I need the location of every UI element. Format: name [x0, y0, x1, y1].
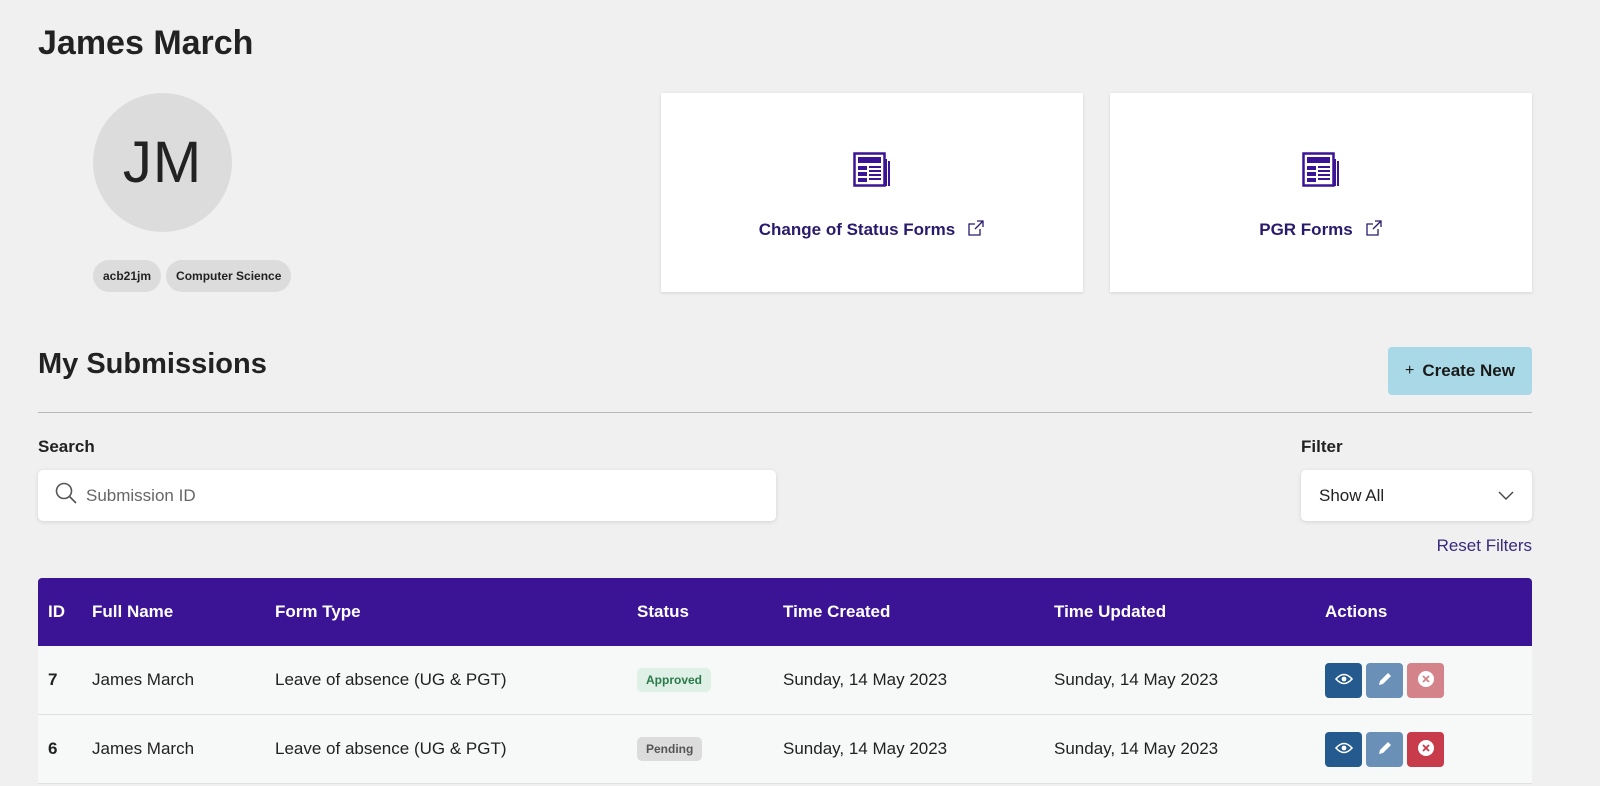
eye-icon — [1334, 742, 1353, 757]
change-of-status-forms-card[interactable]: Change of Status Forms — [661, 93, 1083, 292]
external-link-icon — [1365, 219, 1383, 242]
page-title: James March — [38, 24, 254, 62]
edit-button[interactable] — [1366, 662, 1403, 698]
pencil-icon — [1377, 740, 1393, 759]
reset-filters-link[interactable]: Reset Filters — [1437, 536, 1532, 556]
table-row: 7 James March Leave of absence (UG & PGT… — [38, 646, 1532, 715]
header-time-updated[interactable]: Time Updated — [1054, 602, 1325, 622]
search-label: Search — [38, 437, 95, 456]
submissions-table: ID Full Name Form Type Status Time Creat… — [38, 578, 1532, 784]
external-link-icon — [967, 219, 985, 242]
delete-button[interactable] — [1407, 731, 1444, 767]
avatar: JM — [93, 93, 232, 232]
profile-tags: acb21jm Computer Science — [93, 260, 292, 292]
cell-full-name: James March — [92, 670, 195, 689]
filter-value: Show All — [1319, 485, 1385, 505]
pgr-forms-card[interactable]: PGR Forms — [1110, 93, 1532, 292]
table-row: 6 James March Leave of absence (UG & PGT… — [38, 715, 1532, 784]
cell-time-updated: Sunday, 14 May 2023 — [1054, 670, 1219, 689]
header-full-name[interactable]: Full Name — [92, 602, 275, 622]
cell-id: 7 — [48, 670, 58, 689]
plus-icon: + — [1405, 362, 1415, 379]
eye-icon — [1334, 673, 1353, 688]
cell-time-created: Sunday, 14 May 2023 — [783, 739, 948, 758]
card-label: PGR Forms — [1259, 220, 1353, 239]
card-label: Change of Status Forms — [758, 220, 956, 239]
header-id[interactable]: ID — [38, 602, 92, 622]
username-tag: acb21jm — [93, 260, 162, 292]
close-circle-icon — [1417, 670, 1435, 691]
view-button[interactable] — [1325, 731, 1362, 767]
cell-time-created: Sunday, 14 May 2023 — [783, 670, 948, 689]
department-tag: Computer Science — [166, 260, 292, 292]
section-title: My Submissions — [38, 348, 267, 380]
divider — [38, 412, 1532, 413]
search-box — [38, 470, 776, 521]
chevron-down-icon — [1498, 486, 1514, 506]
search-icon — [54, 481, 78, 510]
forms-icon — [1302, 151, 1340, 193]
status-badge: Pending — [637, 737, 703, 761]
create-new-button[interactable]: + Create New — [1388, 347, 1532, 395]
view-button[interactable] — [1325, 662, 1362, 698]
header-actions: Actions — [1325, 602, 1388, 621]
cell-form-type: Leave of absence (UG & PGT) — [275, 670, 507, 689]
change-of-status-forms-link[interactable]: Change of Status Forms — [759, 219, 985, 242]
edit-button[interactable] — [1366, 731, 1403, 767]
delete-button[interactable] — [1407, 662, 1444, 698]
forms-icon — [853, 151, 891, 193]
cell-time-updated: Sunday, 14 May 2023 — [1054, 739, 1219, 758]
header-form-type[interactable]: Form Type — [275, 602, 637, 622]
row-actions — [1325, 662, 1532, 698]
table-header: ID Full Name Form Type Status Time Creat… — [38, 578, 1532, 646]
header-status[interactable]: Status — [637, 602, 783, 622]
search-input[interactable] — [86, 485, 776, 506]
filter-label: Filter — [1301, 437, 1343, 456]
header-time-created[interactable]: Time Created — [783, 602, 1054, 622]
row-actions — [1325, 731, 1532, 767]
cell-id: 6 — [48, 739, 58, 758]
cell-full-name: James March — [92, 739, 195, 758]
filter-select[interactable]: Show All — [1301, 470, 1532, 521]
cell-form-type: Leave of absence (UG & PGT) — [275, 739, 507, 758]
pgr-forms-link[interactable]: PGR Forms — [1259, 219, 1383, 242]
status-badge: Approved — [637, 668, 712, 692]
close-circle-icon — [1417, 739, 1435, 760]
pencil-icon — [1377, 671, 1393, 690]
create-new-label: Create New — [1422, 361, 1515, 380]
